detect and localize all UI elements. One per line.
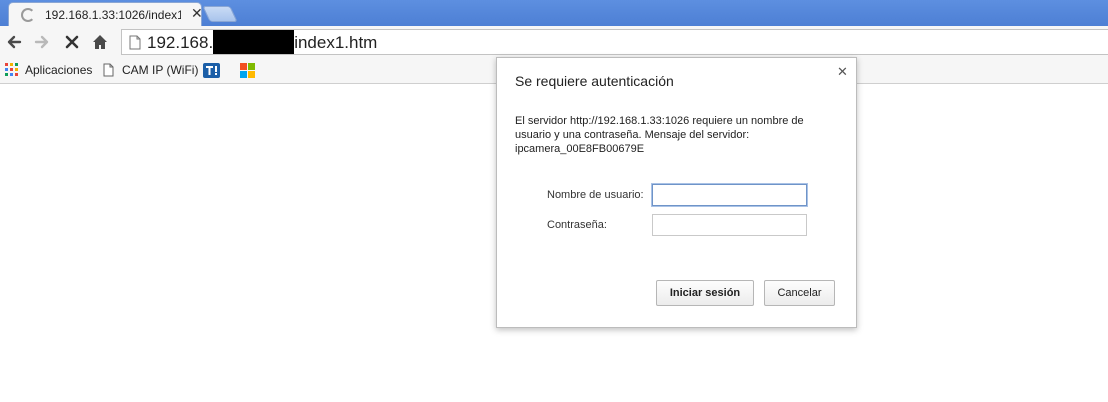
forward-button[interactable] — [30, 30, 54, 54]
back-button[interactable] — [2, 30, 26, 54]
tab-strip: 192.168.1.33:1026/index1.htm ✕ — [0, 0, 1108, 26]
username-field[interactable] — [652, 184, 807, 206]
password-field[interactable] — [652, 214, 807, 236]
forward-arrow-icon — [34, 35, 49, 49]
loading-spinner-icon — [21, 8, 35, 22]
browser-tab[interactable]: 192.168.1.33:1026/index1.htm ✕ — [8, 2, 203, 26]
dialog-title: Se requiere autenticación — [515, 73, 674, 89]
bookmark-label: CAM IP (WiFi) — [122, 63, 199, 77]
home-icon — [93, 35, 107, 49]
bookmark-windows[interactable] — [240, 63, 255, 78]
username-label: Nombre de usuario: — [547, 189, 644, 201]
cancel-button[interactable]: Cancelar — [764, 280, 835, 306]
dialog-message: El servidor http://192.168.1.33:1026 req… — [515, 115, 804, 155]
dialog-close-icon[interactable]: ✕ — [837, 65, 848, 80]
windows-logo-icon — [240, 63, 255, 78]
redaction-block — [213, 30, 295, 54]
page-icon — [129, 35, 141, 50]
new-tab-button[interactable] — [202, 6, 238, 22]
auth-dialog: Se requiere autenticación ✕ El servidor … — [496, 57, 857, 328]
stop-x-icon — [65, 35, 79, 49]
bookmark-cam-ip[interactable]: CAM IP (WiFi) — [103, 63, 198, 77]
home-button[interactable] — [88, 30, 112, 54]
url-suffix: index1.htm — [294, 33, 378, 52]
bookmark-t-logo[interactable] — [203, 63, 220, 78]
t-logo-icon — [203, 63, 220, 78]
password-label: Contraseña: — [547, 219, 607, 231]
address-bar[interactable]: 192.168. index1.htm — [121, 29, 1108, 55]
tab-title: 192.168.1.33:1026/index1.htm — [45, 8, 181, 22]
tab-close-icon[interactable]: ✕ — [191, 6, 203, 22]
stop-button[interactable] — [60, 30, 84, 54]
url-text: 192.168. index1.htm — [147, 30, 378, 54]
bookmark-apps[interactable]: Aplicaciones — [5, 63, 92, 77]
back-arrow-icon — [7, 35, 22, 49]
bookmark-label: Aplicaciones — [25, 63, 93, 77]
browser-toolbar: 192.168. index1.htm — [0, 26, 1108, 59]
apps-grid-icon — [5, 63, 18, 76]
login-button[interactable]: Iniciar sesión — [656, 280, 754, 306]
url-prefix: 192.168. — [147, 33, 214, 52]
page-icon — [103, 63, 114, 77]
